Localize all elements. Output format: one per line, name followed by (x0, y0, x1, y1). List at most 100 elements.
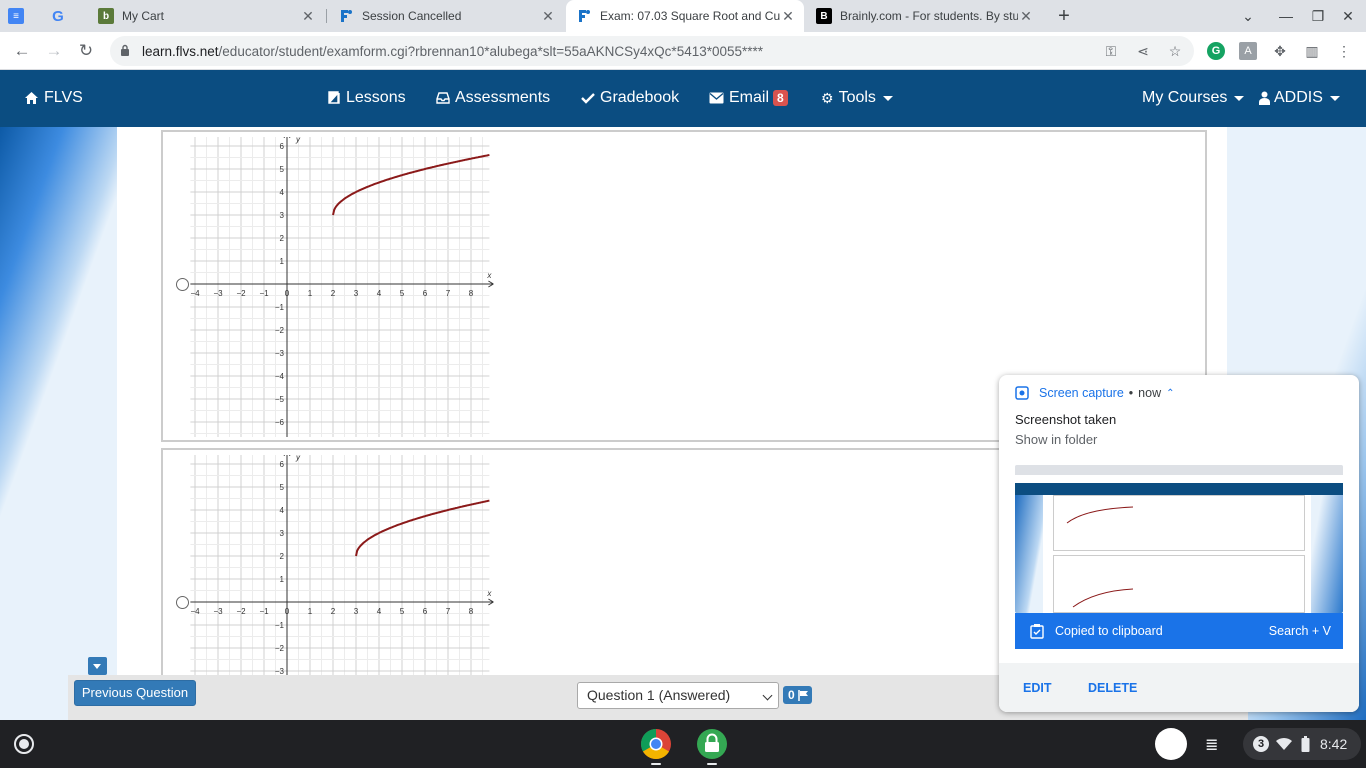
menu-icon[interactable]: ⋮ (1335, 42, 1353, 60)
nav-email-label: Email (729, 89, 770, 106)
reload-button[interactable]: ↻ (75, 40, 97, 62)
close-icon[interactable]: ✕ (540, 8, 556, 25)
y-tick-label: −6 (275, 418, 285, 427)
close-window-button[interactable]: ✕ (1338, 6, 1358, 26)
tab-brainly[interactable]: B Brainly.com - For students. By student… (806, 0, 1042, 32)
x-tick-label: 4 (377, 607, 382, 616)
running-indicator (651, 763, 661, 765)
notification-time: now (1138, 386, 1162, 400)
answer-graph-2: xy−4 −3 −2 −1 0 1 2 3 4 5 6 7 8654321−1−2−3 (190, 455, 494, 675)
user-icon (1259, 91, 1270, 105)
screen-capture-notification: Screen capture • now ⌃ Screenshot taken … (999, 375, 1359, 712)
x-tick-label: 2 (331, 607, 336, 616)
tab-exam[interactable]: Exam: 07.03 Square Root and Cube Root Fu… (566, 0, 804, 32)
forward-button[interactable]: → (43, 40, 65, 62)
avatar[interactable] (1155, 728, 1187, 760)
nav-my-courses-label: My Courses (1142, 89, 1228, 106)
back-button[interactable]: ← (11, 40, 33, 62)
y-tick-label: 3 (280, 211, 285, 220)
url-domain: learn.flvs.net (142, 44, 219, 59)
nav-user[interactable]: ADDIS (1259, 89, 1340, 107)
close-icon[interactable]: ✕ (780, 8, 796, 25)
clock: 8:42 (1320, 736, 1348, 752)
y-tick-label: 6 (280, 142, 285, 151)
x-tick-label: 6 (423, 607, 428, 616)
launcher-icon[interactable] (14, 734, 34, 754)
close-icon[interactable]: ✕ (300, 8, 316, 25)
restore-button[interactable]: ❐ (1308, 6, 1328, 26)
question-select[interactable]: Question 1 (Answered) (577, 682, 779, 709)
status-tray[interactable]: 3 8:42 (1243, 728, 1361, 760)
check-icon (581, 93, 595, 104)
screenshot-thumbnail[interactable] (1015, 465, 1343, 613)
x-tick-label: 0 (285, 607, 290, 616)
brainly-icon: B (816, 8, 832, 24)
nav-tools[interactable]: ⚙ Tools (821, 89, 893, 107)
clipboard-text: Copied to clipboard (1055, 624, 1163, 638)
x-tick-label: 3 (354, 607, 359, 616)
tab-title: My Cart (122, 9, 164, 23)
brand-home[interactable]: FLVS (24, 89, 83, 107)
running-indicator (707, 763, 717, 765)
email-badge: 8 (773, 90, 788, 106)
y-tick-label: 2 (280, 552, 285, 561)
y-tick-label: 3 (280, 529, 285, 538)
tab-docs[interactable]: ≡ (8, 0, 44, 32)
edit-button[interactable]: EDIT (1023, 681, 1051, 695)
side-panel-icon[interactable]: ▥ (1303, 42, 1321, 60)
tab-google[interactable]: G (50, 0, 86, 32)
docs-icon: ≡ (8, 8, 24, 24)
scroll-down-button[interactable] (88, 657, 107, 675)
y-tick-label: −1 (275, 621, 285, 630)
previous-question-button[interactable]: Previous Question (74, 680, 196, 706)
vpn-icon[interactable] (696, 728, 728, 760)
b-icon: b (98, 8, 114, 24)
puzzle-icon[interactable]: ✥ (1271, 42, 1289, 60)
bookmark-star-icon[interactable]: ☆ (1166, 42, 1184, 60)
inbox-icon (436, 92, 450, 104)
x-tick-label: −1 (259, 607, 269, 616)
chevron-up-icon[interactable]: ⌃ (1166, 388, 1174, 399)
grammarly-icon[interactable]: G (1207, 42, 1225, 60)
extension-icon[interactable]: A (1239, 42, 1257, 60)
x-tick-label: −3 (213, 289, 223, 298)
key-icon[interactable]: ⚿ (1102, 42, 1120, 60)
minimize-button[interactable]: — (1276, 6, 1296, 26)
nav-my-courses[interactable]: My Courses (1142, 89, 1245, 107)
notes-icon[interactable]: ≣ (1205, 735, 1218, 755)
wifi-icon (1276, 737, 1292, 750)
tab-session-cancelled[interactable]: Session Cancelled ✕ (328, 0, 564, 32)
y-tick-label: 5 (280, 483, 285, 492)
nav-gradebook[interactable]: Gradebook (581, 89, 679, 107)
x-tick-label: 5 (400, 607, 405, 616)
delete-button[interactable]: DELETE (1088, 681, 1137, 695)
y-axis-label: y (295, 455, 301, 462)
nav-lessons[interactable]: Lessons (327, 89, 406, 107)
flvs-icon (338, 8, 354, 24)
book-icon (328, 91, 340, 104)
share-icon[interactable]: ⋖ (1134, 42, 1152, 60)
clipboard-shortcut: Search + V (1268, 624, 1331, 638)
notification-title: Screenshot taken (1015, 412, 1117, 427)
x-tick-label: 1 (308, 289, 313, 298)
x-tick-label: 7 (446, 607, 451, 616)
chevron-down-icon (1329, 95, 1340, 101)
notification-count: 3 (1253, 736, 1269, 752)
x-tick-label: 3 (354, 289, 359, 298)
url-path: /educator/student/examform.cgi?rbrennan1… (218, 44, 764, 59)
flag-button[interactable]: 0 (783, 686, 812, 704)
close-icon[interactable]: ✕ (1018, 8, 1034, 25)
flvs-icon (576, 8, 592, 24)
new-tab-button[interactable]: + (1054, 6, 1074, 26)
answer-graph-1: xy−4 −3 −2 −1 0 1 2 3 4 5 6 7 8654321−1−2−3−4−5−6 (190, 137, 494, 437)
nav-lessons-label: Lessons (346, 89, 406, 106)
chrome-icon[interactable] (640, 728, 672, 760)
notification-source: Screen capture (1039, 386, 1124, 400)
tab-search-icon[interactable]: ⌄ (1238, 6, 1258, 26)
show-in-folder-link[interactable]: Show in folder (1015, 432, 1097, 447)
nav-email[interactable]: Email 8 (709, 89, 788, 107)
x-axis-label: x (486, 271, 492, 280)
tab-my-cart[interactable]: b My Cart ✕ (88, 0, 324, 32)
nav-assessments[interactable]: Assessments (436, 89, 550, 107)
address-bar[interactable]: learn.flvs.net/educator/student/examform… (110, 36, 1194, 66)
